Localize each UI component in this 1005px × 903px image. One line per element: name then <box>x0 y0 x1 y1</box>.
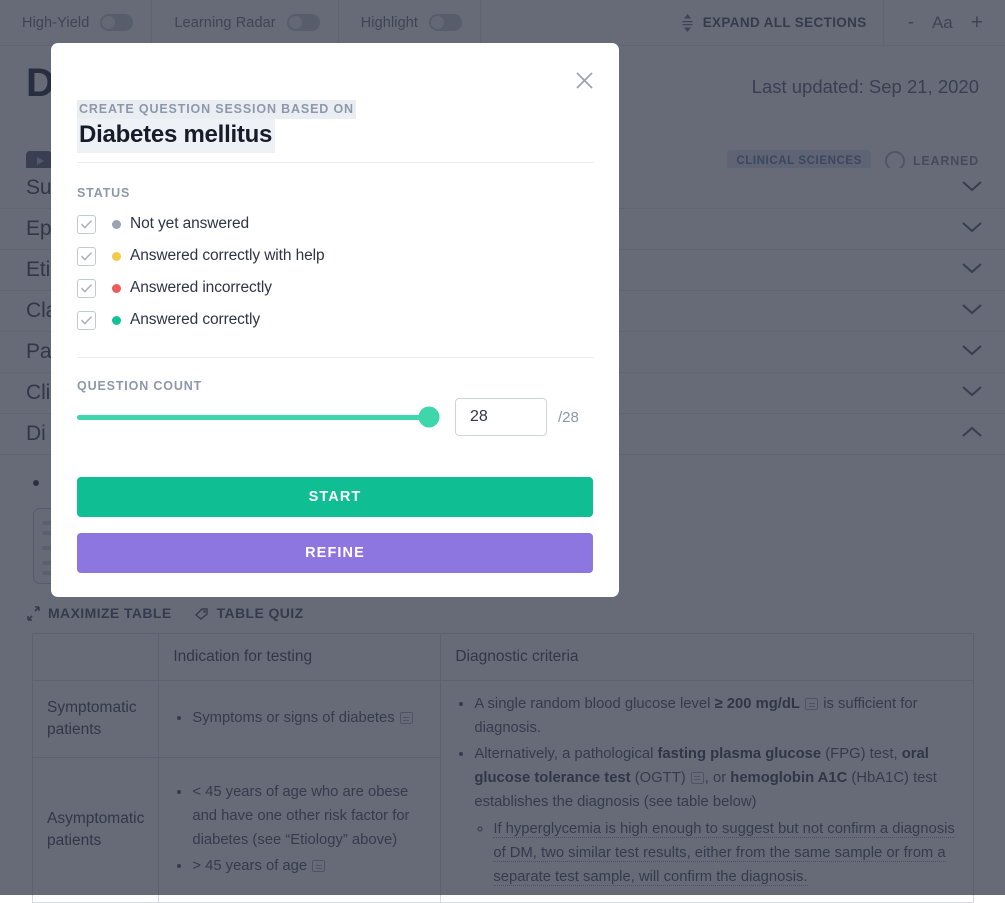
modal-title: Diabetes mellitus <box>77 119 275 153</box>
status-option-correct[interactable]: Answered correctly <box>77 304 324 336</box>
question-session-modal: CREATE QUESTION SESSION BASED ON Diabete… <box>51 43 619 597</box>
status-option-label: Answered correctly <box>130 311 260 329</box>
status-color-dot <box>112 220 121 229</box>
refine-button[interactable]: REFINE <box>77 533 593 573</box>
checkbox[interactable] <box>77 279 96 298</box>
question-count-input[interactable]: 28 <box>455 398 547 436</box>
checkbox[interactable] <box>77 247 96 266</box>
checkbox[interactable] <box>77 311 96 330</box>
status-options-list: Not yet answered Answered correctly with… <box>77 208 324 336</box>
question-count-slider[interactable] <box>77 415 429 420</box>
status-option-label: Answered incorrectly <box>130 279 272 297</box>
close-icon <box>575 71 594 90</box>
modal-kicker: CREATE QUESTION SESSION BASED ON <box>77 100 356 119</box>
question-count-label: QUESTION COUNT <box>77 379 202 393</box>
divider <box>77 162 593 163</box>
status-color-dot <box>112 252 121 261</box>
status-option-correct-with-help[interactable]: Answered correctly with help <box>77 240 324 272</box>
question-count-row: 28 /28 <box>77 398 593 436</box>
status-option-not-yet-answered[interactable]: Not yet answered <box>77 208 324 240</box>
status-section-label: STATUS <box>77 186 130 200</box>
divider <box>77 357 593 358</box>
checkbox[interactable] <box>77 215 96 234</box>
status-color-dot <box>112 316 121 325</box>
status-option-incorrect[interactable]: Answered incorrectly <box>77 272 324 304</box>
close-button[interactable] <box>569 65 599 95</box>
start-button[interactable]: START <box>77 477 593 517</box>
slider-thumb[interactable] <box>419 407 440 428</box>
status-option-label: Not yet answered <box>130 215 249 233</box>
question-count-max: /28 <box>558 409 579 426</box>
status-color-dot <box>112 284 121 293</box>
slider-fill <box>77 415 429 420</box>
status-option-label: Answered correctly with help <box>130 247 324 265</box>
